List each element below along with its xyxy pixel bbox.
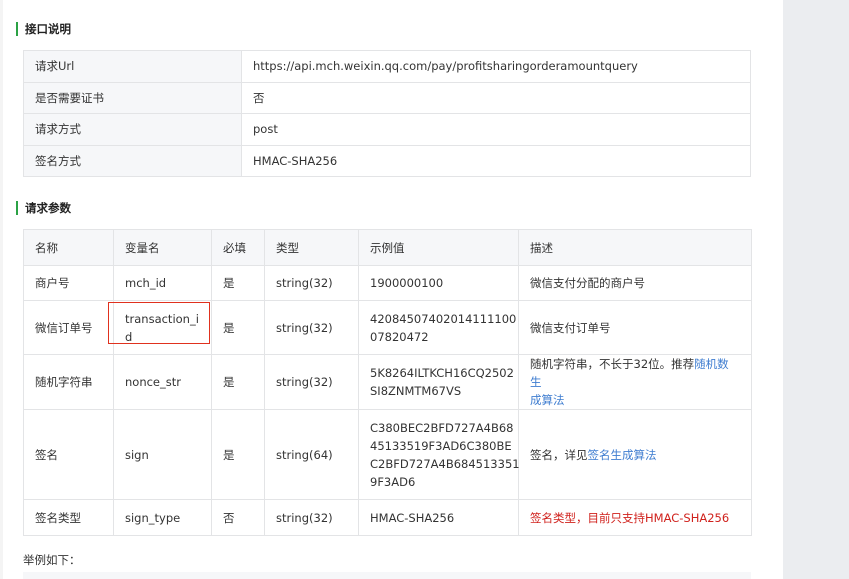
code-block — [23, 572, 751, 579]
table-row: 随机字符串 nonce_str 是 string(32) 5K8264ILTKC… — [23, 354, 752, 410]
info-key: 是否需要证书 — [23, 81, 242, 114]
column-header-example: 示例值 — [358, 229, 519, 266]
param-name: 签名 — [23, 409, 114, 500]
random-algo-link-continued[interactable]: 成算法 — [530, 393, 565, 407]
param-example: 1900000100 — [358, 265, 519, 301]
param-var: transaction_i d — [113, 300, 212, 355]
table-row: 签名 sign 是 string(64) C380BEC2BFD727A4B68… — [23, 409, 752, 500]
param-required: 是 — [211, 265, 265, 301]
param-desc: 微信支付分配的商户号 — [518, 265, 752, 301]
param-name: 微信订单号 — [23, 300, 114, 355]
param-type: string(32) — [264, 499, 359, 536]
param-example-line: 5K8264ILTKCH16CQ2502 — [370, 366, 514, 380]
param-type: string(32) — [264, 354, 359, 410]
column-header-desc: 描述 — [518, 229, 752, 266]
param-example-line: 9F3AD6 — [370, 474, 416, 489]
param-name: 商户号 — [23, 265, 114, 301]
param-example-line: C380BEC2BFD727A4B68 — [370, 420, 514, 435]
table-row: 请求方式 post — [23, 113, 751, 146]
info-value: post — [241, 113, 751, 146]
table-header-row: 名称 变量名 必填 类型 示例值 描述 — [23, 229, 752, 266]
param-required: 否 — [211, 499, 265, 536]
param-example-line: 45133519F3AD6C380BE — [370, 438, 512, 453]
param-required: 是 — [211, 300, 265, 355]
param-example: 42084507402014111100 07820472 — [358, 300, 519, 355]
param-example: 5K8264ILTKCH16CQ2502 SI8ZNMTM67VS — [358, 354, 519, 410]
section-title-params: 请求参数 — [16, 201, 71, 215]
right-sidebar — [783, 0, 849, 579]
param-desc-line: 成算法 — [530, 391, 740, 409]
param-var-line: d — [125, 329, 133, 344]
param-example-line: 07820472 — [370, 329, 429, 344]
info-key: 请求Url — [23, 50, 242, 83]
param-type: string(64) — [264, 409, 359, 500]
desc-text: 随机字符串，不长于32位。推荐 — [530, 357, 695, 371]
request-params-table: 名称 变量名 必填 类型 示例值 描述 商户号 mch_id 是 string(… — [23, 229, 752, 536]
param-var: sign — [113, 409, 212, 500]
info-key: 签名方式 — [23, 144, 242, 177]
param-desc: 签名，详见签名生成算法 — [518, 409, 752, 500]
table-row: 签名方式 HMAC-SHA256 — [23, 144, 751, 177]
left-edge — [0, 0, 3, 579]
desc-text: 签名，详见 — [530, 447, 588, 462]
table-row: 微信订单号 transaction_i d 是 string(32) 42084… — [23, 300, 752, 355]
table-row: 是否需要证书 否 — [23, 81, 751, 114]
info-value: https://api.mch.weixin.qq.com/pay/profit… — [241, 50, 751, 83]
param-desc-warning: 签名类型，目前只支持HMAC-SHA256 — [518, 499, 752, 536]
param-var-line: transaction_i — [125, 311, 199, 326]
column-header-name: 名称 — [23, 229, 114, 266]
column-header-type: 类型 — [264, 229, 359, 266]
table-row: 商户号 mch_id 是 string(32) 1900000100 微信支付分… — [23, 265, 752, 301]
param-desc-line: 随机字符串，不长于32位。推荐随机数生 — [530, 355, 740, 391]
param-desc: 随机字符串，不长于32位。推荐随机数生 成算法 — [518, 354, 752, 410]
param-var: sign_type — [113, 499, 212, 536]
param-example: C380BEC2BFD727A4B68 45133519F3AD6C380BE … — [358, 409, 520, 500]
info-value: 否 — [241, 81, 751, 114]
param-example-line: SI8ZNMTM67VS — [370, 384, 462, 398]
param-desc: 微信支付订单号 — [518, 300, 752, 355]
info-key: 请求方式 — [23, 113, 242, 146]
example-label: 举例如下： — [23, 553, 81, 567]
column-header-var: 变量名 — [113, 229, 212, 266]
param-required: 是 — [211, 354, 265, 410]
param-name: 签名类型 — [23, 499, 114, 536]
column-header-required: 必填 — [211, 229, 265, 266]
param-type: string(32) — [264, 300, 359, 355]
table-row: 签名类型 sign_type 否 string(32) HMAC-SHA256 … — [23, 499, 752, 536]
table-row: 请求Url https://api.mch.weixin.qq.com/pay/… — [23, 50, 751, 83]
param-var: mch_id — [113, 265, 212, 301]
section-title-interface: 接口说明 — [16, 22, 71, 36]
param-example-line: C2BFD727A4B684513351 — [370, 456, 520, 471]
info-value: HMAC-SHA256 — [241, 144, 751, 177]
param-example-line: 42084507402014111100 — [370, 311, 517, 326]
interface-info-table: 请求Url https://api.mch.weixin.qq.com/pay/… — [23, 50, 751, 177]
param-var: nonce_str — [113, 354, 212, 410]
param-name: 随机字符串 — [23, 354, 114, 410]
param-required: 是 — [211, 409, 265, 500]
param-example: HMAC-SHA256 — [358, 499, 519, 536]
sign-algo-link[interactable]: 签名生成算法 — [588, 448, 657, 462]
param-type: string(32) — [264, 265, 359, 301]
